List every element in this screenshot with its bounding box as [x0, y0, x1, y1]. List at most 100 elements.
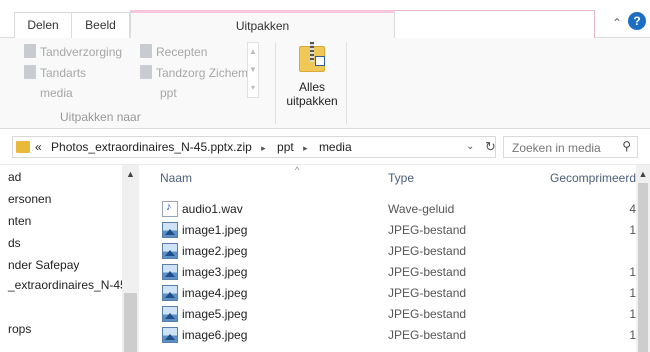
address-dropdown-icon[interactable]: ⌄ [466, 141, 474, 152]
file-type: Wave-geluid [388, 202, 455, 216]
gallery-up-arrow-icon[interactable]: ▲ [248, 43, 258, 61]
chevron-right-icon[interactable]: ▸ [261, 143, 266, 153]
gallery-item-label: Tandarts [40, 66, 87, 80]
breadcrumb-ppt[interactable]: ppt [277, 140, 294, 154]
tab-uitpakken[interactable]: Uitpakken [130, 10, 395, 39]
nav-item[interactable]: nten [8, 214, 31, 228]
file-type: JPEG-bestand [388, 328, 467, 342]
table-row[interactable]: image4.jpeg JPEG-bestand 1 [140, 283, 636, 304]
ribbon-panel: Tandverzorging Tandarts media Recepten T… [0, 38, 650, 129]
column-header-compressed[interactable]: Gecomprimeerd [550, 171, 636, 185]
nav-item[interactable]: _extraordinaires_N-45 [8, 278, 127, 292]
image-file-icon [162, 222, 178, 238]
file-compressed-size: 1 [629, 223, 636, 237]
breadcrumb-overflow[interactable]: « [35, 140, 42, 154]
file-compressed-size: 4 [629, 202, 636, 216]
nav-item[interactable]: nder Safepay [8, 258, 79, 272]
gallery-down-arrow-icon[interactable]: ▼ [248, 61, 258, 79]
gallery-item-tandverzorging[interactable]: Tandverzorging [24, 44, 122, 59]
file-list-scrollbar[interactable]: ▲ [636, 165, 650, 352]
extract-all-line1: Alles [298, 80, 325, 94]
file-type: JPEG-bestand [388, 265, 467, 279]
search-input[interactable]: Zoeken in media ⚲ [503, 136, 638, 158]
nav-item[interactable]: ad [8, 170, 21, 184]
extract-all-label: Alles uitpakken [282, 80, 342, 108]
navigation-pane: ad ersonen nten ds nder Safepay _extraor… [0, 165, 140, 352]
file-type: JPEG-bestand [388, 286, 467, 300]
file-name: image5.jpeg [182, 307, 248, 321]
gallery-item-tandarts[interactable]: Tandarts [24, 65, 86, 80]
chevron-right-icon[interactable]: ▸ [303, 143, 308, 153]
audio-file-icon [162, 201, 178, 217]
table-row[interactable]: image2.jpeg JPEG-bestand [140, 241, 636, 262]
breadcrumb-zip[interactable]: Photos_extraordinaires_N-45.pptx.zip [51, 140, 252, 154]
nav-item[interactable]: rops [8, 322, 31, 336]
file-compressed-size: 1 [629, 307, 636, 321]
gallery-item-media[interactable]: media [40, 86, 73, 100]
help-icon[interactable]: ? [628, 12, 646, 30]
table-row[interactable]: image1.jpeg JPEG-bestand 1 [140, 220, 636, 241]
nav-scrollbar[interactable]: ▲ [122, 165, 139, 352]
file-type: JPEG-bestand [388, 244, 467, 258]
image-file-icon [162, 264, 178, 280]
file-type: JPEG-bestand [388, 307, 467, 321]
breadcrumb-media[interactable]: media [319, 140, 352, 154]
nav-item[interactable]: ersonen [8, 192, 51, 206]
folder-icon [140, 65, 152, 79]
image-file-icon [162, 285, 178, 301]
image-file-icon [162, 306, 178, 322]
image-file-icon [162, 327, 178, 343]
group-divider [346, 42, 347, 124]
scroll-thumb[interactable] [638, 183, 648, 352]
file-compressed-size: 1 [629, 265, 636, 279]
gallery-item-label: Recepten [156, 45, 208, 59]
file-name: image3.jpeg [182, 265, 248, 279]
tab-beeld[interactable]: Beeld [72, 12, 130, 38]
table-row[interactable]: audio1.wav Wave-geluid 4 [140, 199, 636, 220]
search-placeholder: Zoeken in media [512, 141, 601, 155]
image-file-icon [162, 243, 178, 259]
table-row[interactable]: image5.jpeg JPEG-bestand 1 [140, 304, 636, 325]
address-bar[interactable]: « Photos_extraordinaires_N-45.pptx.zip ▸… [12, 136, 496, 158]
column-header-name[interactable]: Naam [160, 171, 192, 185]
gallery-item-recepten[interactable]: Recepten [140, 44, 207, 59]
scroll-up-icon[interactable]: ▲ [636, 169, 650, 179]
folder-icon [24, 65, 36, 79]
file-name: audio1.wav [182, 202, 243, 216]
sort-ascending-icon: ^ [295, 165, 300, 175]
table-row[interactable]: image6.jpeg JPEG-bestand 1 [140, 325, 636, 346]
gallery-item-label: Tandzorg Zichem [156, 66, 249, 80]
extract-all-line2: uitpakken [286, 94, 338, 108]
group-divider [275, 42, 276, 124]
address-bar-area: « Photos_extraordinaires_N-45.pptx.zip ▸… [0, 129, 650, 165]
search-icon[interactable]: ⚲ [622, 139, 631, 153]
table-row[interactable]: image3.jpeg JPEG-bestand 1 [140, 262, 636, 283]
folder-icon [16, 141, 30, 153]
scroll-thumb[interactable] [124, 293, 137, 352]
breadcrumb: « Photos_extraordinaires_N-45.pptx.zip ▸… [35, 140, 358, 154]
column-header-type[interactable]: Type [388, 171, 414, 185]
file-list: Naam ^ Type Gecomprimeerd audio1.wav Wav… [140, 165, 650, 352]
file-name: image4.jpeg [182, 286, 248, 300]
zip-folder-icon [299, 42, 325, 72]
group-label: Uitpakken naar [60, 110, 141, 124]
gallery-item-label: media [40, 86, 73, 100]
gallery-item-ppt[interactable]: ppt [160, 86, 177, 100]
contextual-tab-border [395, 10, 595, 38]
gallery-item-tandzorg-zichem[interactable]: Tandzorg Zichem [140, 65, 248, 80]
chevron-up-icon[interactable]: ⌃ [612, 16, 622, 30]
file-compressed-size: 1 [629, 328, 636, 342]
file-name: image1.jpeg [182, 223, 248, 237]
refresh-icon[interactable]: ↻ [485, 139, 496, 155]
file-name: image2.jpeg [182, 244, 248, 258]
extract-all-button[interactable]: Alles uitpakken [282, 42, 342, 108]
ribbon-tab-bar: Delen Beeld Uitpakken ⌃ ? [0, 0, 650, 39]
scroll-up-icon[interactable]: ▲ [122, 169, 139, 179]
gallery-scrollbar[interactable]: ▲ ▼ ▾ [247, 42, 259, 98]
nav-item[interactable]: ds [8, 236, 21, 250]
gallery-more-icon[interactable]: ▾ [248, 79, 258, 97]
extract-to-gallery: Tandverzorging Tandarts media Recepten T… [14, 38, 264, 129]
gallery-item-label: Tandverzorging [40, 45, 123, 59]
tab-delen[interactable]: Delen [14, 12, 72, 38]
file-name: image6.jpeg [182, 328, 248, 342]
